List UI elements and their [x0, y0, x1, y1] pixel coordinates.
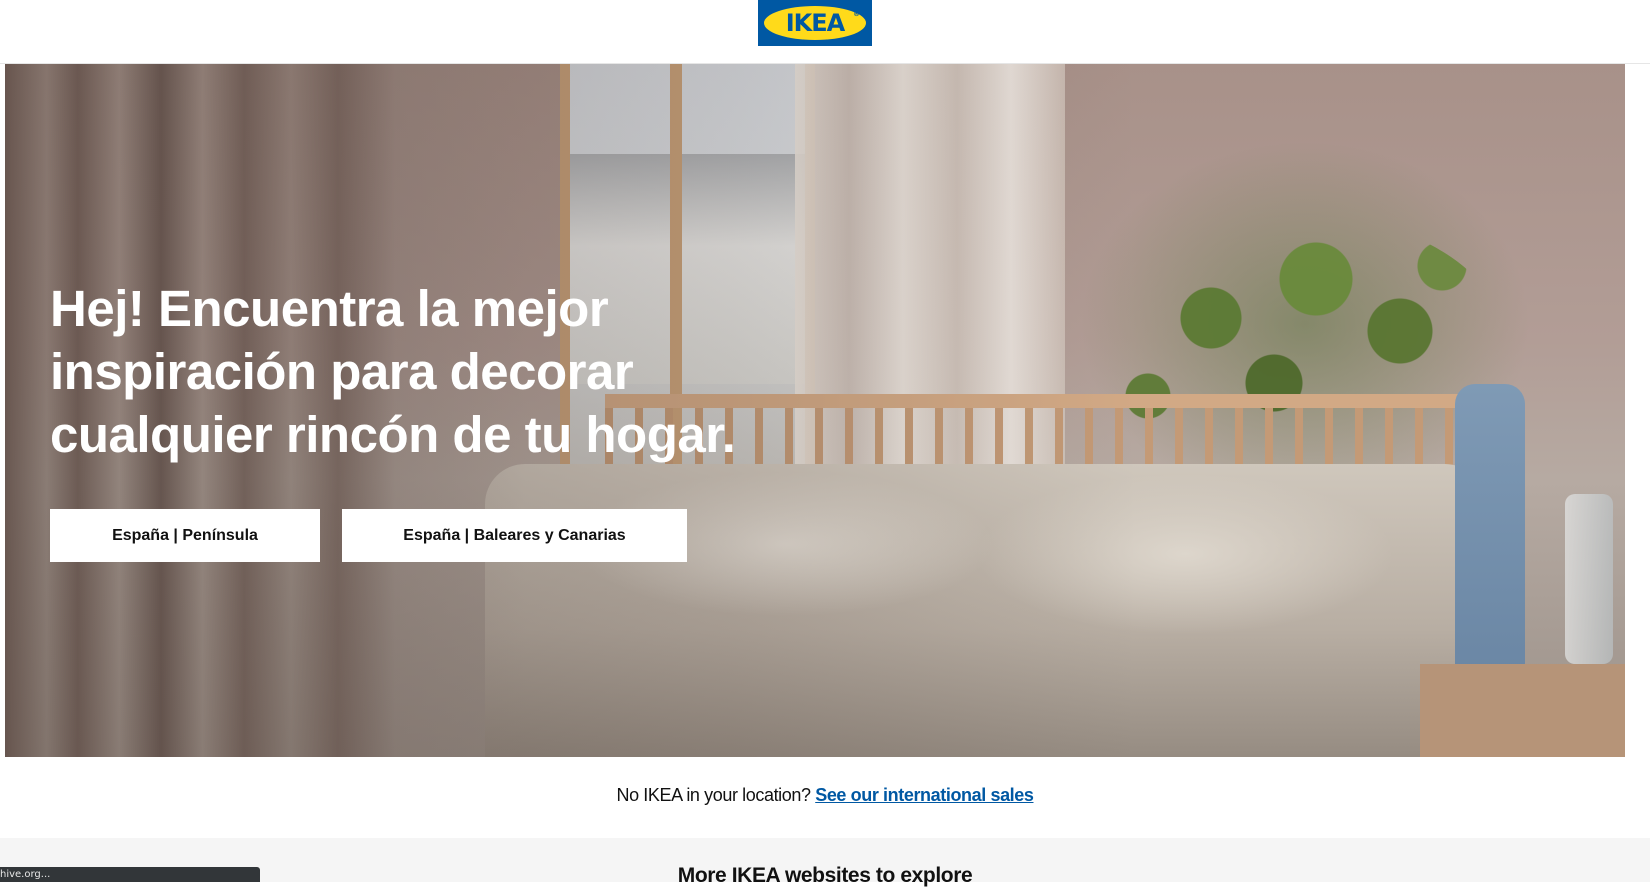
- hero-banner: Hej! Encuentra la mejor inspiración para…: [5, 64, 1625, 757]
- spain-peninsula-button[interactable]: España | Península: [50, 509, 320, 562]
- logo-text: IKEA: [785, 9, 845, 37]
- location-notice-text: No IKEA in your location?: [616, 785, 811, 805]
- logo-oval: IKEA ®: [764, 6, 866, 40]
- ikea-logo[interactable]: IKEA ®: [758, 0, 872, 46]
- browser-status-bar: hive.org...: [0, 867, 260, 882]
- location-notice: No IKEA in your location? See our intern…: [0, 785, 1650, 806]
- hero-heading: Hej! Encuentra la mejor inspiración para…: [50, 280, 736, 463]
- site-header: IKEA ®: [0, 0, 1650, 64]
- international-sales-link[interactable]: See our international sales: [815, 785, 1034, 805]
- logo-registered-mark: ®: [853, 10, 860, 18]
- spain-baleares-canarias-button[interactable]: España | Baleares y Canarias: [342, 509, 687, 562]
